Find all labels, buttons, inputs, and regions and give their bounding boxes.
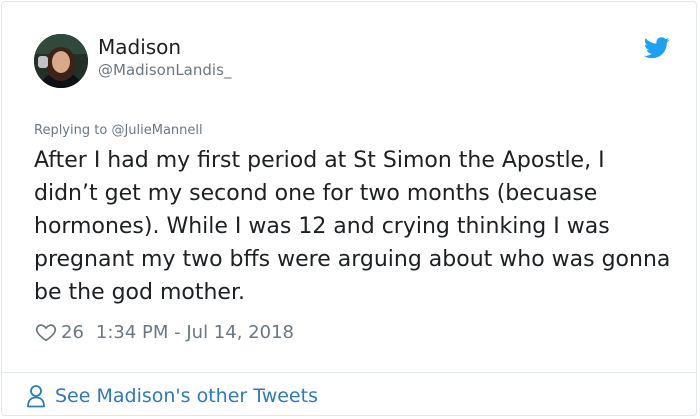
tweet-card: Madison @MadisonLandis_ Replying to @Jul… [1,1,697,416]
person-icon [27,385,45,408]
twitter-bird-icon[interactable] [644,37,670,59]
reply-prefix: Replying to [34,123,112,138]
reply-context: Replying to @JulieMannell [34,123,203,139]
see-other-tweets-label: See Madison's other Tweets [55,385,318,407]
tweet-meta: 26 1:34 PM - Jul 14, 2018 [35,320,294,344]
footer-divider [2,372,696,373]
see-other-tweets-link[interactable]: See Madison's other Tweets [26,382,318,410]
reply-mention-link[interactable]: @JulieMannell [111,123,202,138]
like-count[interactable]: 26 [61,322,84,343]
heart-icon[interactable] [35,321,57,343]
avatar-image [34,34,88,88]
tweet-text: After I had my first period at St Simon … [34,148,671,305]
avatar[interactable] [34,34,88,88]
author-display-name[interactable]: Madison [98,35,181,59]
author-handle[interactable]: @MadisonLandis_ [98,61,231,79]
tweet-timestamp[interactable]: 1:34 PM - Jul 14, 2018 [96,322,294,343]
